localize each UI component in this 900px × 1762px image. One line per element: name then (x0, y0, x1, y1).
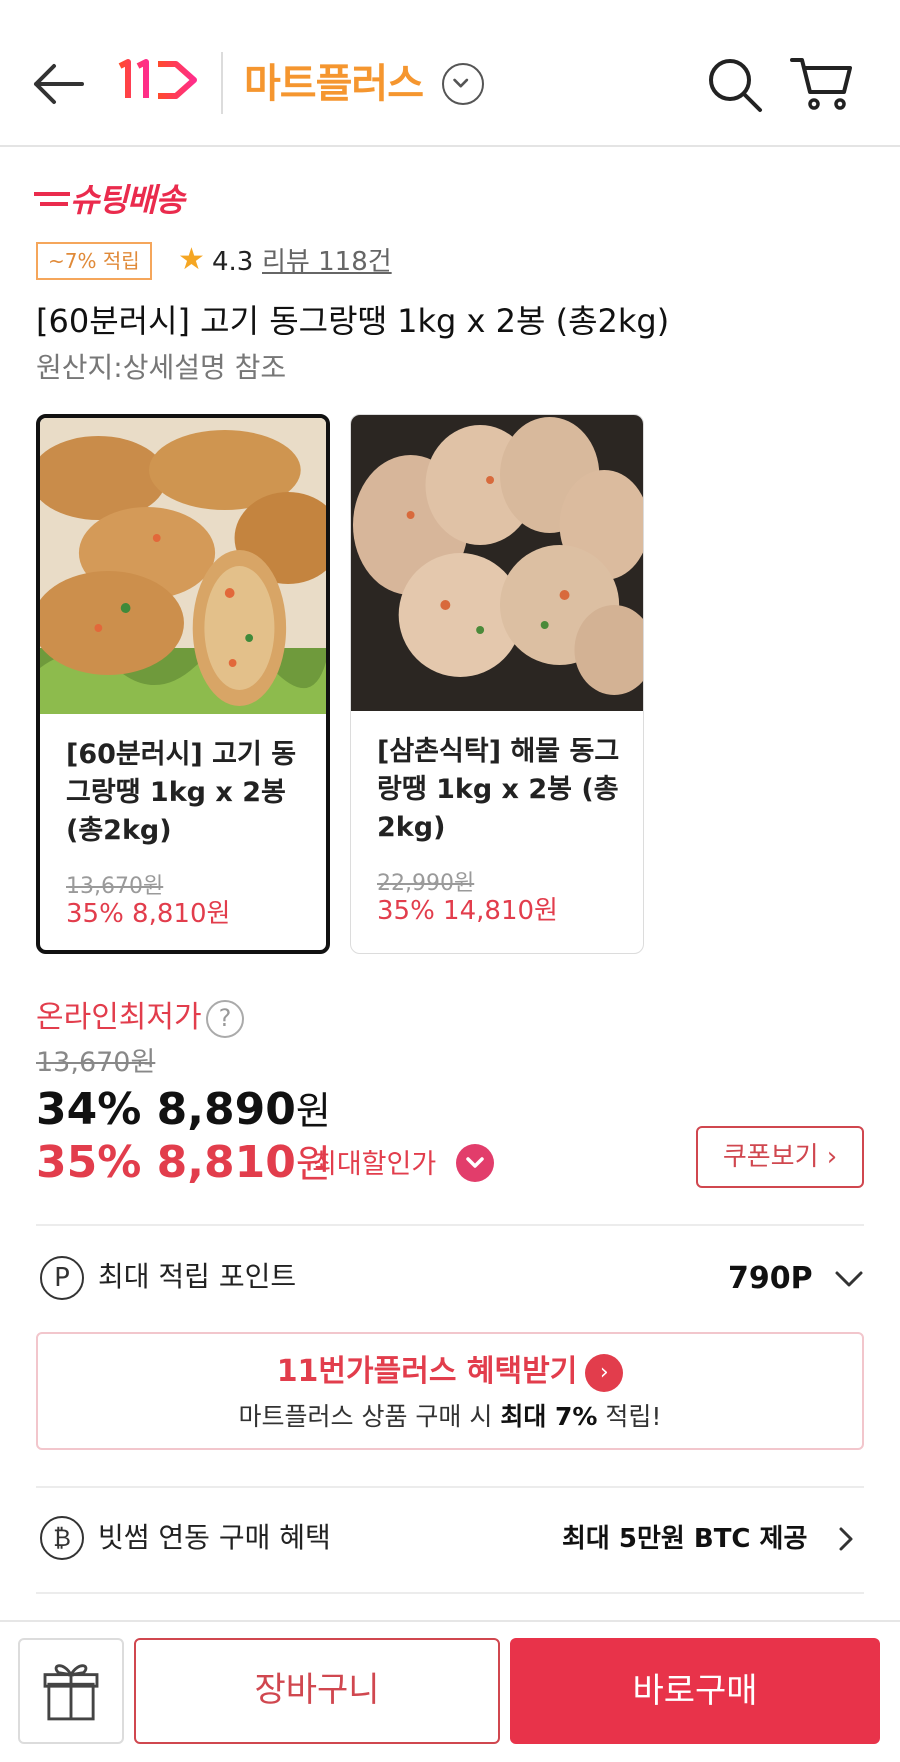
product-thumbnail-seafood-patties (351, 415, 643, 711)
plus-banner-subtitle: 마트플러스 상품 구매 시 최대 7% 적립! (238, 1402, 662, 1431)
best-discount-label: 최대할인가 (312, 1149, 437, 1180)
coupon-view-button[interactable]: 쿠폰보기 › (696, 1126, 864, 1188)
option-original-price: 22,990원 (377, 871, 475, 896)
star-icon: ★ (178, 242, 205, 277)
arrow-right-circle-icon: › (585, 1353, 624, 1392)
gift-icon (43, 1664, 99, 1721)
buy-now-button[interactable]: 바로구매 (510, 1638, 880, 1744)
product-title: [60분러시] 고기 동그랑땡 1kg x 2봉 (총2kg) (36, 302, 670, 340)
bitcoin-icon: ₿ (40, 1516, 84, 1560)
option-card[interactable]: [삼촌식탁] 해물 동그랑땡 1kg x 2봉 (총2kg) 22,990원 3… (350, 414, 644, 954)
store-title[interactable]: 마트플러스 (244, 58, 424, 110)
best-price: 35% 8,810원 (36, 1137, 331, 1188)
original-price: 13,670원 (36, 1047, 156, 1078)
max-point-value[interactable]: 790P (728, 1260, 813, 1298)
option-original-price: 13,670원 (66, 874, 164, 899)
option-sale-price: 35% 14,810원 (377, 896, 558, 926)
shooting-delivery-label: 슈팅배송 (70, 181, 185, 219)
reward-badge: ~7% 적립 (36, 242, 152, 280)
review-link[interactable]: 리뷰 118건 (262, 246, 392, 278)
product-thumbnail-meat-patties (40, 418, 326, 714)
rating-value: 4.3 (212, 247, 254, 277)
help-question-icon[interactable]: ? (206, 1000, 244, 1038)
eleven-plus-banner[interactable]: 11번가플러스 혜택받기 › 마트플러스 상품 구매 시 최대 7% 적립! (36, 1332, 864, 1450)
section-divider (36, 1592, 864, 1594)
bithumb-benefit-label: 빗썸 연동 구매 혜택 (98, 1521, 331, 1554)
back-arrow-icon[interactable] (30, 60, 86, 108)
btc-benefit-value[interactable]: 최대 5만원 BTC 제공 (562, 1522, 807, 1556)
11st-logo-icon[interactable] (114, 56, 200, 104)
shooting-delivery-logo: 슈팅배송 (34, 180, 185, 220)
option-sale-price: 35% 8,810원 (66, 899, 231, 929)
chevron-down-icon[interactable] (834, 1270, 864, 1288)
bottom-action-bar: 장바구니 바로구매 (0, 1620, 900, 1762)
store-chevron-down-icon[interactable] (442, 63, 484, 105)
main-price: 34% 8,890원 (36, 1084, 331, 1135)
section-divider (36, 1224, 864, 1226)
add-to-cart-button[interactable]: 장바구니 (134, 1638, 500, 1744)
check-badge-icon (456, 1144, 494, 1182)
option-name: [60분러시] 고기 동그랑땡 1kg x 2봉 (총2kg) (66, 739, 297, 846)
gift-button[interactable] (18, 1638, 124, 1744)
option-name: [삼촌식탁] 해물 동그랑땡 1kg x 2봉 (총2kg) (377, 736, 620, 843)
search-icon[interactable] (706, 56, 764, 114)
product-origin: 원산지:상세설명 참조 (36, 351, 287, 384)
cart-icon[interactable] (790, 54, 854, 114)
header-divider (221, 52, 223, 114)
section-divider (36, 1486, 864, 1488)
max-point-label: 최대 적립 포인트 (98, 1260, 297, 1293)
option-card-selected[interactable]: [60분러시] 고기 동그랑땡 1kg x 2봉 (총2kg) 13,670원 … (36, 414, 330, 954)
lowest-price-label: 온라인최저가 (36, 1000, 202, 1035)
top-header: 마트플러스 (0, 0, 900, 147)
plus-banner-title: 11번가플러스 혜택받기 › (38, 1352, 862, 1392)
chevron-right-icon[interactable] (838, 1526, 854, 1552)
point-icon: P (40, 1256, 84, 1300)
